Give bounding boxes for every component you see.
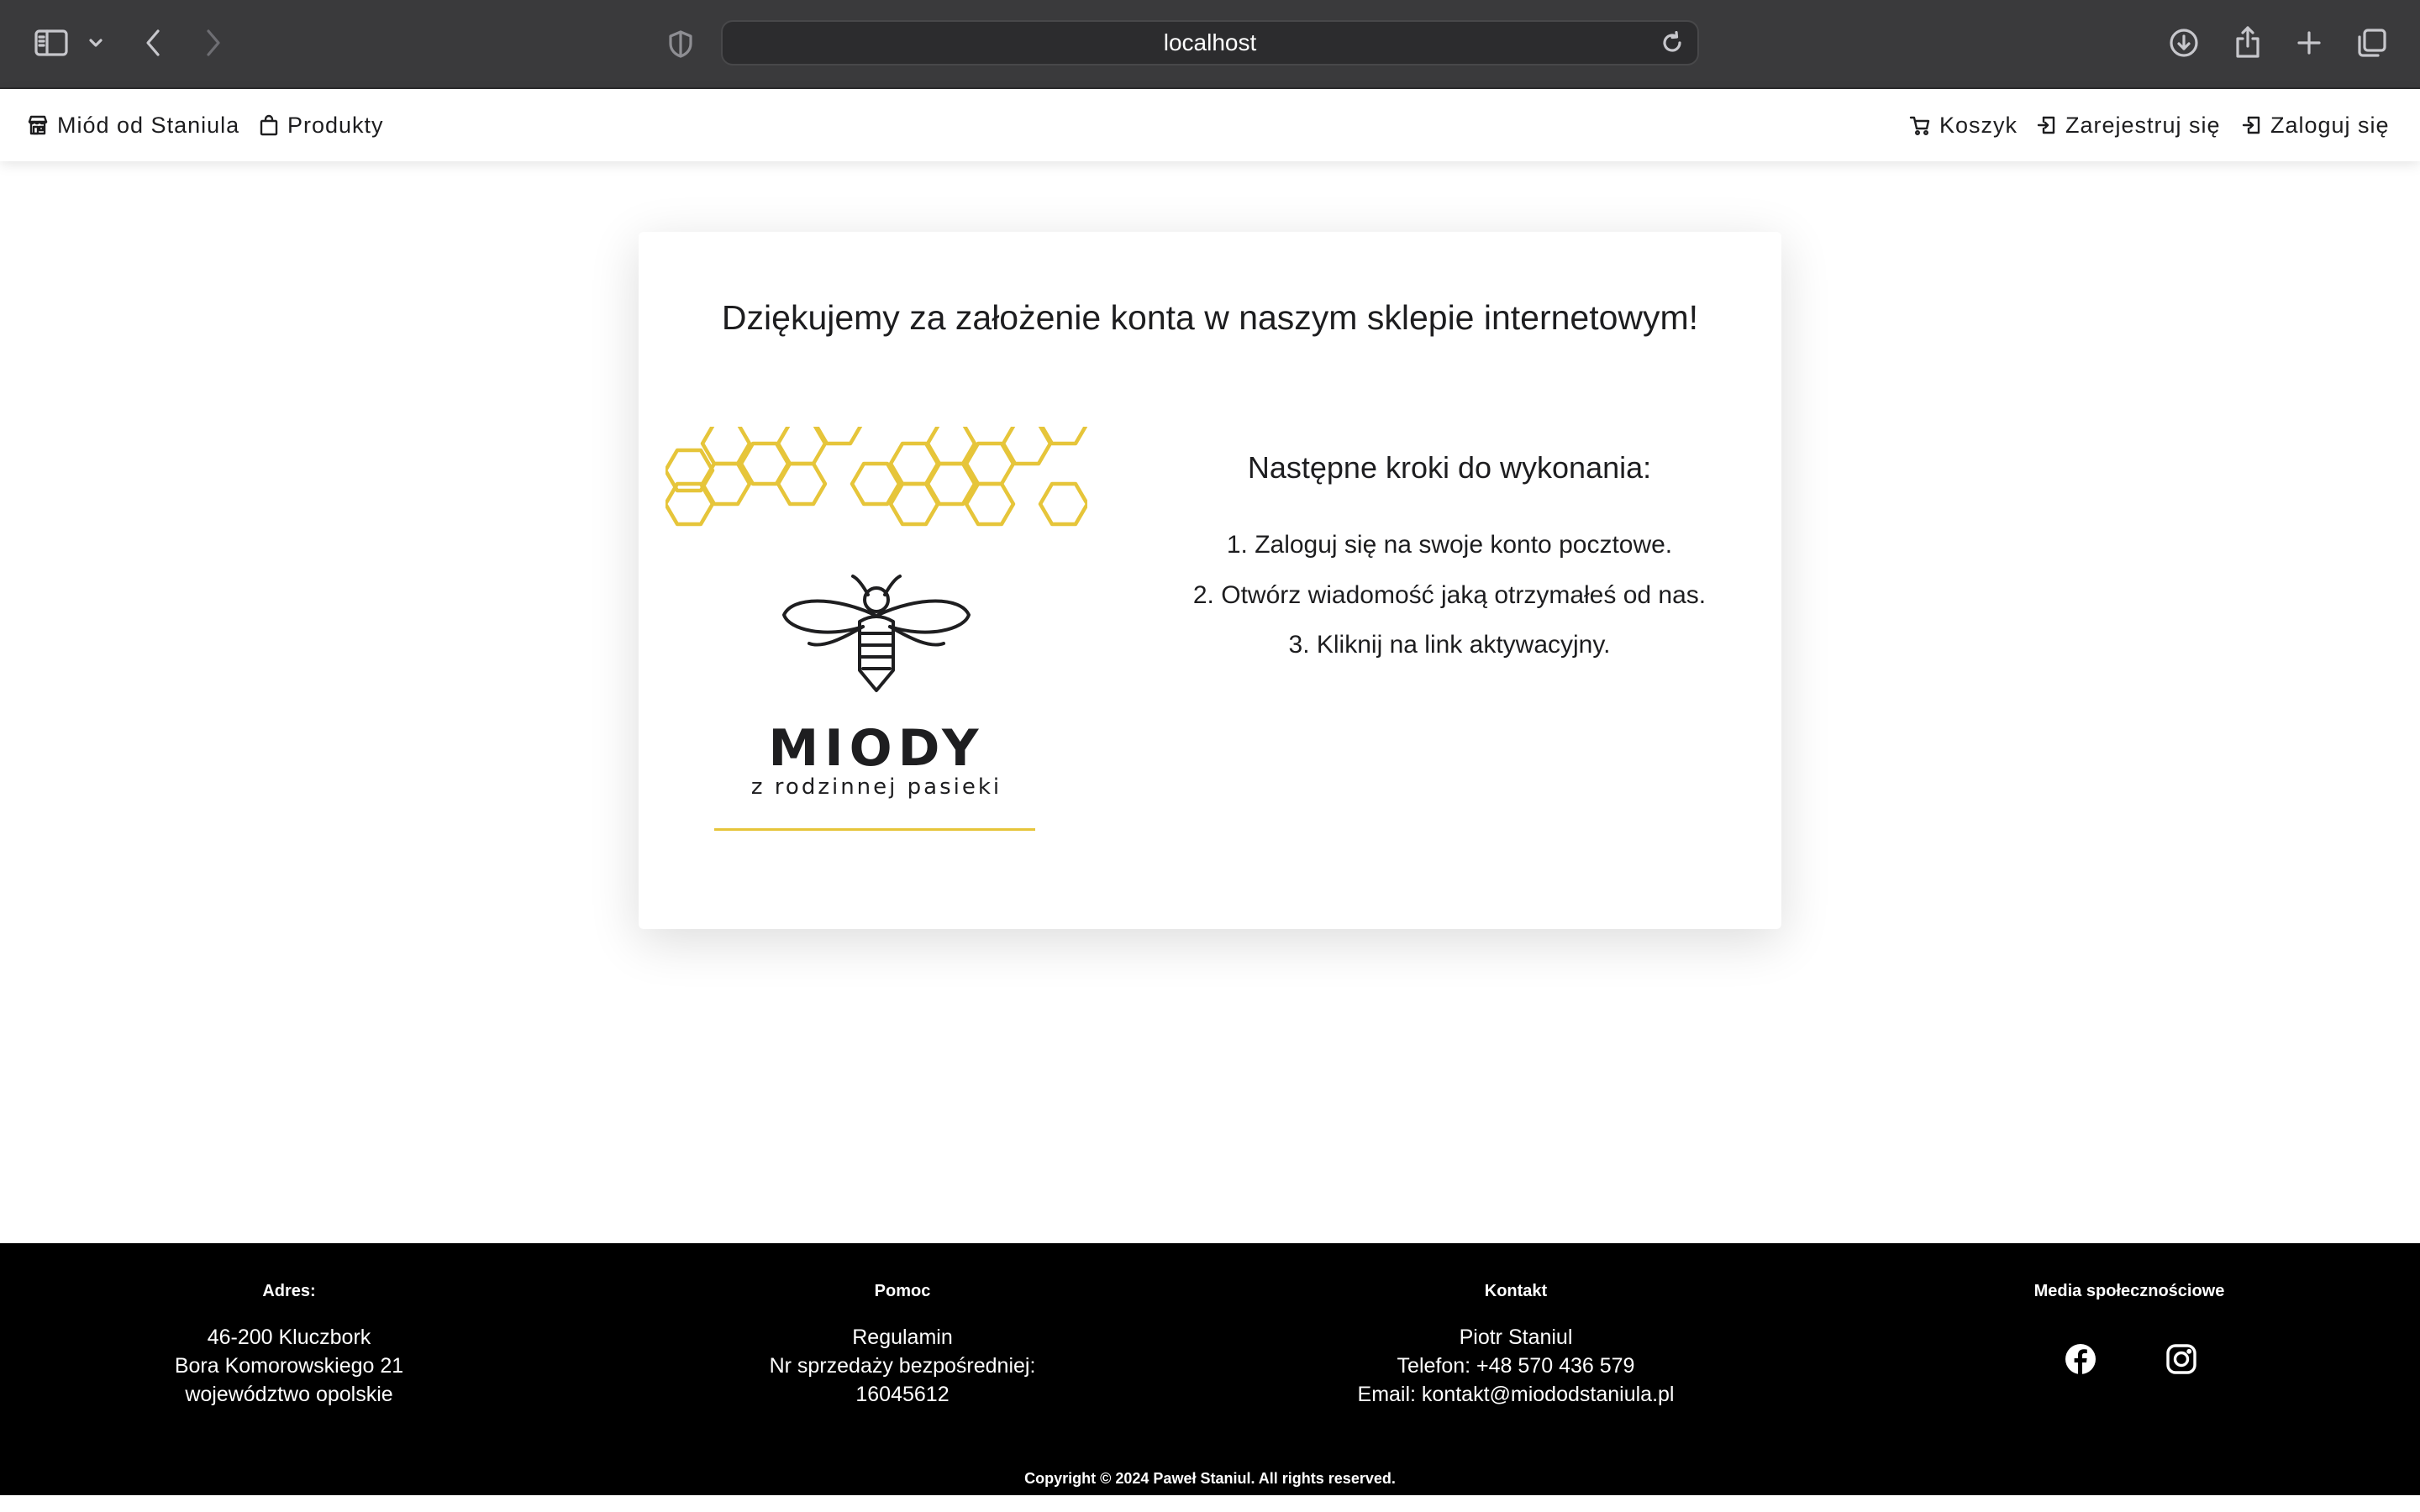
footer-address-line: 46-200 Kluczbork [207, 1326, 371, 1349]
share-icon[interactable] [2230, 24, 2265, 60]
address-bar[interactable]: localhost [721, 20, 1699, 66]
footer-contact-heading: Kontakt [1484, 1282, 1548, 1300]
instagram-icon[interactable] [2165, 1342, 2198, 1376]
nav-products-label: Produkty [287, 112, 384, 138]
footer-contact-line: Telefon: +48 570 436 579 [1397, 1354, 1635, 1378]
sidebar-icon[interactable] [32, 25, 71, 60]
footer-address-heading: Adres: [262, 1282, 316, 1300]
nav-brand-link[interactable]: Miód od Staniula [27, 89, 239, 161]
shopping-bag-icon [260, 114, 278, 136]
page-title: Dziękujemy za założenie konta w naszym s… [721, 298, 1699, 337]
footer-contact-line: Piotr Staniul [1459, 1326, 1573, 1349]
copyright-text: Copyright © 2024 Paweł Staniul. All righ… [1024, 1470, 1396, 1487]
facebook-icon[interactable] [2064, 1342, 2097, 1376]
logo-wordmark: MIODY [768, 719, 985, 778]
browser-toolbar: localhost [0, 0, 2420, 89]
back-icon[interactable] [138, 25, 168, 60]
steps-title: Następne kroki do wykonania: [1247, 450, 1652, 485]
bee-icon [782, 575, 971, 692]
nav-cart-label: Koszyk [1939, 112, 2018, 138]
shield-icon [664, 27, 697, 60]
logo-tagline: z rodzinnej pasieki [750, 774, 1002, 800]
tabs-overview-icon[interactable] [2354, 25, 2390, 60]
nav-brand-label: Miód od Staniula [57, 112, 240, 138]
page-bottom-edge [0, 1495, 2420, 1512]
nav-register-link[interactable]: Zarejestruj się [2037, 89, 2221, 161]
login-icon [2242, 116, 2260, 134]
cart-icon [1909, 116, 1930, 136]
register-icon [2037, 116, 2055, 134]
nav-login-label: Zaloguj się [2270, 112, 2390, 138]
honeycomb-pattern [666, 423, 1087, 533]
footer-address-line: Bora Komorowskiego 21 [174, 1354, 404, 1378]
chevron-down-icon[interactable] [86, 30, 106, 55]
url-text: localhost [1163, 29, 1257, 55]
footer-help-line: Nr sprzedaży bezpośredniej: [769, 1354, 1036, 1378]
footer-social-heading: Media społecznościowe [2033, 1282, 2225, 1300]
nav-login-link[interactable]: Zaloguj się [2242, 89, 2390, 161]
nav-cart-link[interactable]: Koszyk [1909, 89, 2018, 161]
footer-help-heading: Pomoc [874, 1282, 931, 1300]
step-item: 3. Kliknij na link aktywacyjny. [1288, 631, 1611, 659]
logo-underline [714, 828, 1035, 831]
shop-icon [28, 115, 48, 135]
site-navbar: Miód od Staniula Produkty Koszyk Zarejes… [0, 89, 2420, 161]
step-item: 1. Zaloguj się na swoje konto pocztowe. [1226, 531, 1673, 559]
step-item: 2. Otwórz wiadomość jaką otrzymałeś od n… [1192, 581, 1707, 609]
footer-address-line: województwo opolskie [185, 1383, 393, 1406]
forward-icon[interactable] [198, 25, 229, 60]
miody-logo: MIODY z rodzinnej pasieki [666, 423, 1087, 843]
nav-register-label: Zarejestruj się [2065, 112, 2221, 138]
new-tab-icon[interactable] [2292, 25, 2326, 60]
site-footer: Adres: 46-200 Kluczbork Bora Komorowskie… [0, 1243, 2420, 1495]
download-icon[interactable] [2166, 25, 2202, 60]
footer-contact-line: Email: kontakt@miododstaniula.pl [1357, 1383, 1675, 1406]
nav-products-link[interactable]: Produkty [259, 89, 384, 161]
footer-help-line: 16045612 [855, 1383, 950, 1406]
terms-link[interactable]: Regulamin [650, 1326, 1155, 1350]
reload-icon[interactable] [1657, 29, 1687, 57]
